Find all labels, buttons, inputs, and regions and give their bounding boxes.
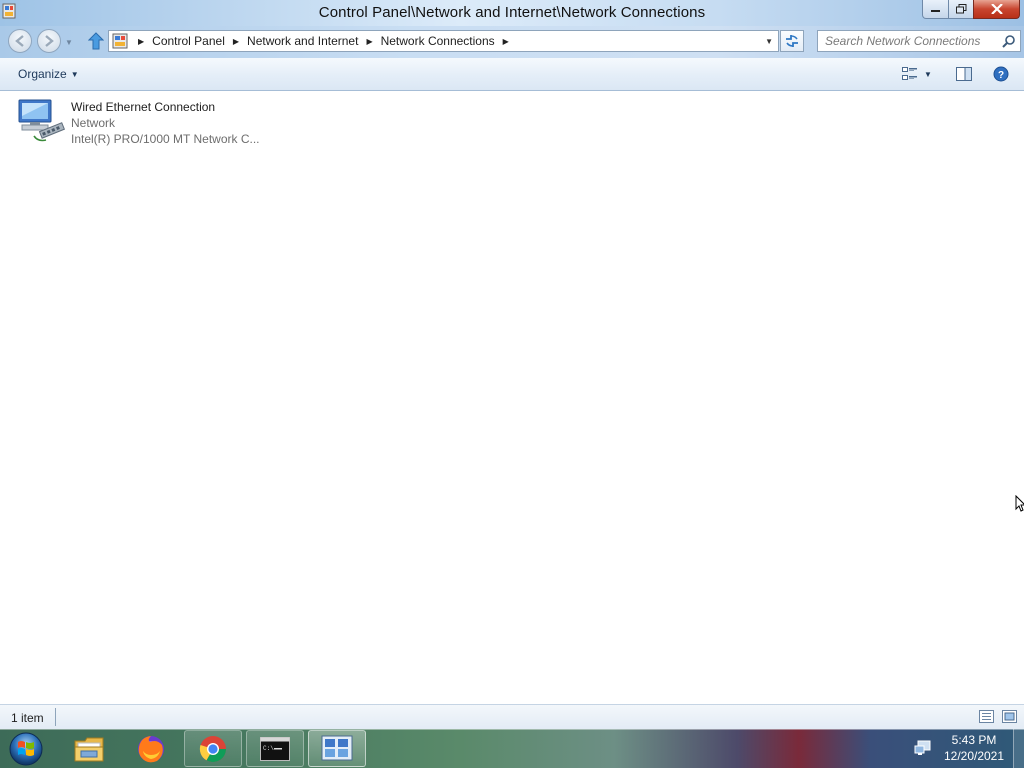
connection-device: Intel(R) PRO/1000 MT Network C... xyxy=(71,132,260,146)
taskbar: C:\ 5:43 PM 12/20/2021 xyxy=(0,729,1024,768)
taskbar-network-connections[interactable] xyxy=(308,730,366,767)
address-bar[interactable]: ▶ Control Panel ▶ Network and Internet ▶… xyxy=(108,30,779,52)
minimize-icon xyxy=(930,10,940,12)
forward-button[interactable] xyxy=(37,29,61,53)
window-title: Control Panel\Network and Internet\Netwo… xyxy=(318,4,706,21)
system-clock[interactable]: 5:43 PM 12/20/2021 xyxy=(938,732,1010,764)
back-button[interactable] xyxy=(8,29,32,53)
large-icons-view-icon[interactable] xyxy=(1002,710,1017,723)
close-button[interactable] xyxy=(973,0,1020,19)
network-connection-item[interactable]: Wired Ethernet Connection Network Intel(… xyxy=(16,97,276,149)
mouse-cursor-icon xyxy=(1015,495,1024,512)
preview-pane-icon[interactable] xyxy=(956,66,972,82)
clock-date: 12/20/2021 xyxy=(943,749,1005,763)
chrome-icon xyxy=(199,735,227,762)
show-desktop-button[interactable] xyxy=(1013,729,1024,768)
organize-button[interactable]: Organize ▼ xyxy=(18,67,79,81)
breadcrumb-separator-icon[interactable]: ▶ xyxy=(503,37,509,46)
minimize-button[interactable] xyxy=(922,0,949,19)
control-panel-icon xyxy=(112,33,128,49)
svg-text:?: ? xyxy=(998,70,1004,81)
network-tray-icon[interactable] xyxy=(914,740,932,756)
command-bar: Organize ▼ ▼ ? xyxy=(0,58,1024,91)
up-arrow-icon[interactable] xyxy=(88,32,104,50)
taskbar-command-prompt[interactable]: C:\ xyxy=(246,730,304,767)
search-input[interactable] xyxy=(818,31,1003,51)
taskbar-chrome[interactable] xyxy=(184,730,242,767)
breadcrumb-control-panel[interactable]: Control Panel xyxy=(150,34,227,48)
back-arrow-icon xyxy=(15,35,24,47)
restore-button[interactable] xyxy=(948,0,974,19)
organize-label: Organize xyxy=(18,67,67,81)
close-icon xyxy=(990,4,1003,14)
file-list-area[interactable]: Wired Ethernet Connection Network Intel(… xyxy=(0,91,1024,704)
status-bar: 1 item xyxy=(0,704,1024,730)
breadcrumb-separator-icon[interactable]: ▶ xyxy=(233,37,239,46)
breadcrumb-network-connections[interactable]: Network Connections xyxy=(379,34,497,48)
svg-text:C:\: C:\ xyxy=(263,745,274,752)
connection-name: Wired Ethernet Connection xyxy=(71,100,216,114)
refresh-button[interactable] xyxy=(780,30,804,52)
search-icon[interactable] xyxy=(1002,34,1016,48)
navigation-bar: ▼ ▶ Control Panel ▶ Network and Internet… xyxy=(0,26,1024,58)
windows-explorer-icon xyxy=(74,737,104,761)
details-view-icon[interactable] xyxy=(979,710,994,723)
forward-arrow-icon xyxy=(45,35,54,47)
breadcrumb-separator-icon[interactable]: ▶ xyxy=(366,37,372,46)
title-bar[interactable]: Control Panel\Network and Internet\Netwo… xyxy=(0,0,1024,26)
taskbar-firefox[interactable] xyxy=(122,730,180,767)
search-box[interactable] xyxy=(817,30,1021,52)
breadcrumb-network-and-internet[interactable]: Network and Internet xyxy=(245,34,360,48)
recent-pages-dropdown-icon[interactable]: ▼ xyxy=(65,38,73,47)
firefox-icon xyxy=(138,735,164,762)
view-details-icon xyxy=(902,67,917,80)
connection-status: Network xyxy=(71,116,116,130)
clock-time: 5:43 PM xyxy=(951,733,997,747)
breadcrumb-separator-icon[interactable]: ▶ xyxy=(138,37,144,46)
chevron-down-icon[interactable]: ▼ xyxy=(924,70,932,79)
windows-start-icon[interactable] xyxy=(7,731,45,767)
help-icon[interactable]: ? xyxy=(993,66,1009,82)
address-history-dropdown-icon[interactable]: ▼ xyxy=(765,37,773,46)
status-divider xyxy=(55,708,56,726)
change-view-button[interactable]: ▼ xyxy=(902,66,938,82)
command-prompt-icon: C:\ xyxy=(260,736,290,761)
chevron-down-icon: ▼ xyxy=(70,70,79,79)
refresh-icon xyxy=(786,35,798,47)
network-adapter-icon xyxy=(18,99,66,142)
taskbar-windows-explorer[interactable] xyxy=(60,730,118,767)
item-count: 1 item xyxy=(11,711,44,725)
network-connections-icon xyxy=(321,735,353,760)
restore-icon xyxy=(955,4,966,14)
